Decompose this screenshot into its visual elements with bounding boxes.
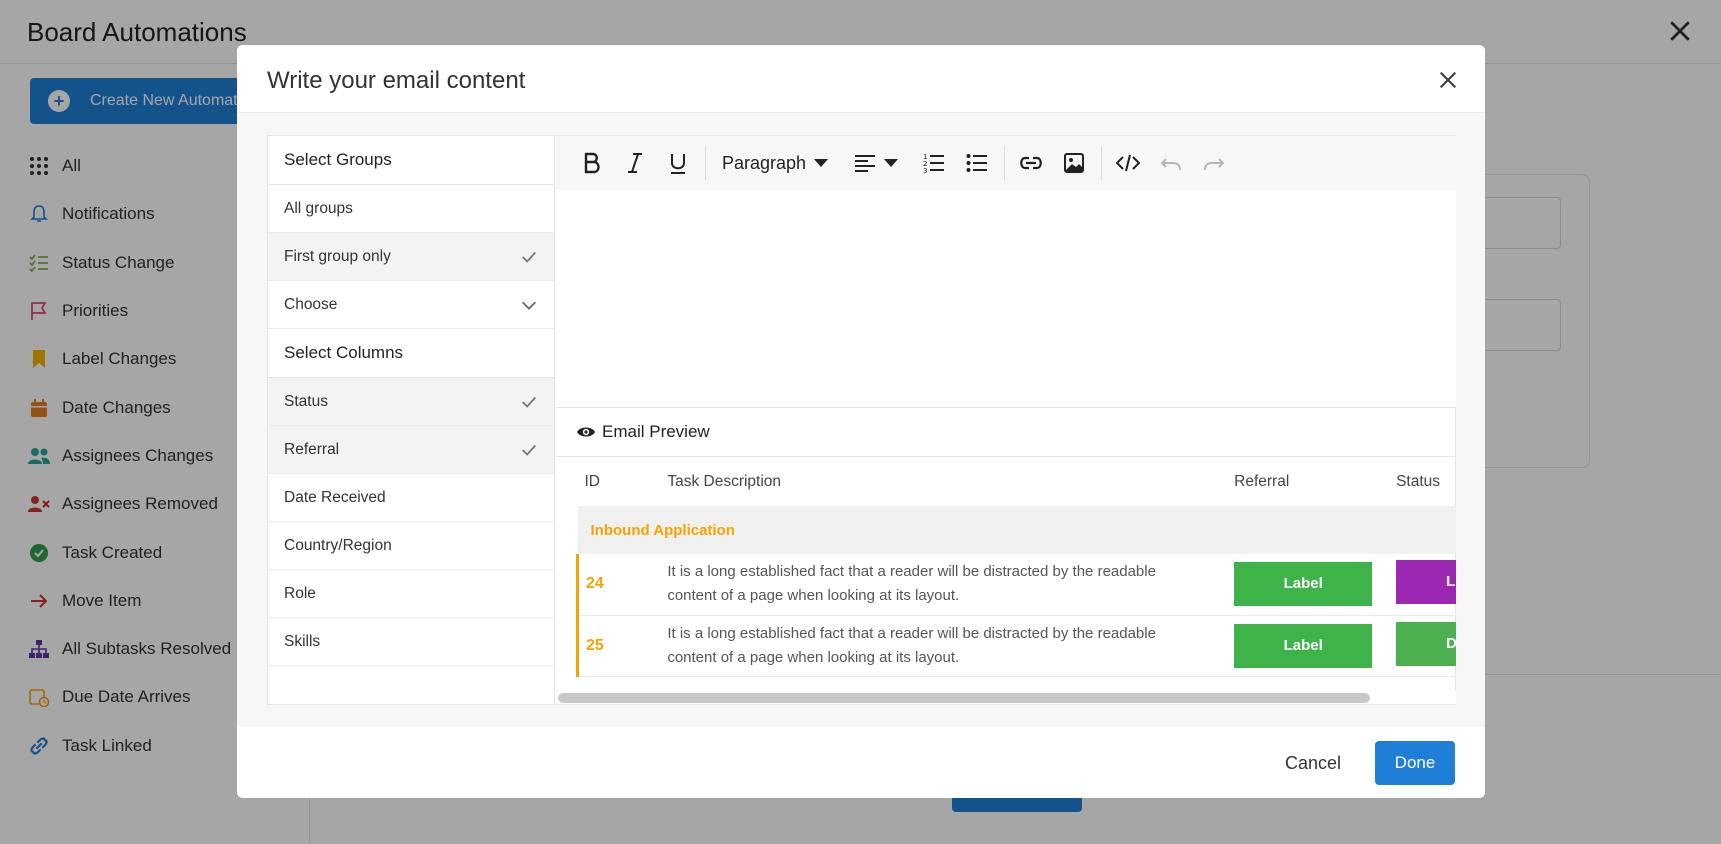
modal-content: Select Groups All groups First group onl… (267, 135, 1456, 705)
task-description: It is a long established fact that a rea… (667, 615, 1235, 677)
underline-button[interactable] (662, 147, 694, 179)
option-label: Referral (284, 440, 340, 458)
option-label: Skills (284, 632, 321, 650)
toolbar-separator (1101, 146, 1103, 180)
status-label: D (1396, 621, 1456, 666)
table-header-row: ID Task Description Referral Status (578, 458, 1457, 506)
undo-icon (1160, 158, 1182, 171)
select-columns-heading: Select Columns (268, 329, 554, 378)
scrollbar-thumb[interactable] (558, 693, 1370, 703)
horizontal-scrollbar[interactable] (556, 691, 1456, 704)
task-id: 25 (576, 615, 668, 677)
column-option-status[interactable]: Status (268, 378, 554, 426)
caret-down-icon (884, 159, 899, 167)
column-header: ID (584, 473, 601, 490)
group-name: Inbound Application (577, 506, 1456, 554)
option-label: Country/Region (284, 536, 392, 554)
check-icon (522, 251, 536, 263)
option-label: All groups (284, 199, 353, 217)
column-header: Task Description (667, 473, 782, 490)
cancel-button[interactable]: Cancel (1273, 741, 1353, 785)
done-button[interactable]: Done (1375, 741, 1455, 785)
toolbar-separator (1004, 146, 1006, 180)
column-header: Referral (1234, 473, 1290, 490)
caret-down-icon (814, 159, 829, 167)
modal-footer: Cancel Done (237, 727, 1485, 798)
referral-label: Label (1234, 623, 1373, 668)
redo-icon (1204, 158, 1225, 171)
email-preview-title: Email Preview (602, 422, 710, 441)
undo-button[interactable] (1155, 147, 1187, 179)
task-id: 24 (576, 554, 668, 616)
email-preview-table: ID Task Description Referral Status Inbo… (576, 458, 1456, 677)
status-cell: L (1396, 554, 1456, 616)
bullet-list-button[interactable] (961, 147, 993, 179)
table-row: 24 It is a long established fact that a … (576, 554, 1456, 616)
check-icon (522, 396, 536, 408)
image-button[interactable] (1058, 147, 1090, 179)
svg-text:3: 3 (923, 167, 927, 174)
option-label: Status (284, 392, 328, 410)
task-description: It is a long established fact that a rea… (667, 554, 1235, 616)
email-editor: Paragraph 123 Email Preview ID Task Desc… (556, 136, 1456, 704)
status-cell: D (1396, 615, 1456, 677)
italic-icon (628, 153, 642, 173)
choose-label: Choose (284, 295, 338, 313)
paragraph-dropdown[interactable]: Paragraph (722, 152, 829, 174)
group-option-all[interactable]: All groups (268, 185, 554, 233)
referral-label: Label (1234, 562, 1373, 607)
column-option-role[interactable]: Role (268, 570, 554, 618)
choose-dropdown[interactable]: Choose (268, 281, 554, 329)
option-label: Role (284, 584, 316, 602)
email-body-editor[interactable] (556, 190, 1456, 408)
email-content-modal: Write your email content Select Groups A… (237, 45, 1485, 798)
referral-cell: Label (1234, 554, 1397, 616)
align-left-icon (855, 155, 876, 172)
ordered-list-icon: 123 (923, 153, 945, 174)
eye-icon (577, 427, 595, 437)
column-option-referral[interactable]: Referral (268, 426, 554, 474)
paragraph-label: Paragraph (722, 152, 807, 173)
selection-panel: Select Groups All groups First group onl… (268, 136, 555, 704)
toolbar-separator (705, 146, 706, 180)
bold-icon (584, 152, 600, 174)
redo-button[interactable] (1198, 147, 1230, 179)
group-option-first[interactable]: First group only (268, 233, 554, 281)
check-icon (522, 444, 536, 456)
underline-icon (671, 154, 685, 174)
bold-button[interactable] (576, 147, 608, 179)
column-option-date-received[interactable]: Date Received (268, 474, 554, 522)
code-icon (1116, 154, 1141, 172)
italic-button[interactable] (619, 147, 651, 179)
referral-cell: Label (1234, 615, 1397, 677)
group-row: Inbound Application (577, 506, 1456, 554)
option-label: First group only (284, 247, 391, 265)
link-icon (1020, 156, 1042, 170)
image-icon (1064, 153, 1085, 173)
modal-header: Write your email content (237, 45, 1485, 113)
bullet-list-icon (966, 154, 988, 172)
code-button[interactable] (1112, 147, 1144, 179)
table-row: 25 It is a long established fact that a … (576, 615, 1456, 677)
modal-title: Write your email content (267, 67, 526, 94)
status-label: L (1396, 560, 1456, 605)
email-preview-header: Email Preview (556, 408, 1456, 457)
column-option-skills[interactable]: Skills (268, 618, 554, 666)
option-label: Date Received (284, 488, 386, 506)
link-button[interactable] (1015, 147, 1047, 179)
editor-toolbar: Paragraph 123 (556, 136, 1456, 190)
align-dropdown[interactable] (854, 153, 899, 173)
close-icon[interactable] (1437, 69, 1459, 91)
chevron-down-icon (522, 301, 536, 310)
column-option-country-region[interactable]: Country/Region (268, 522, 554, 570)
column-header: Status (1396, 473, 1441, 490)
ordered-list-button[interactable]: 123 (918, 147, 950, 179)
select-groups-heading: Select Groups (268, 136, 554, 185)
